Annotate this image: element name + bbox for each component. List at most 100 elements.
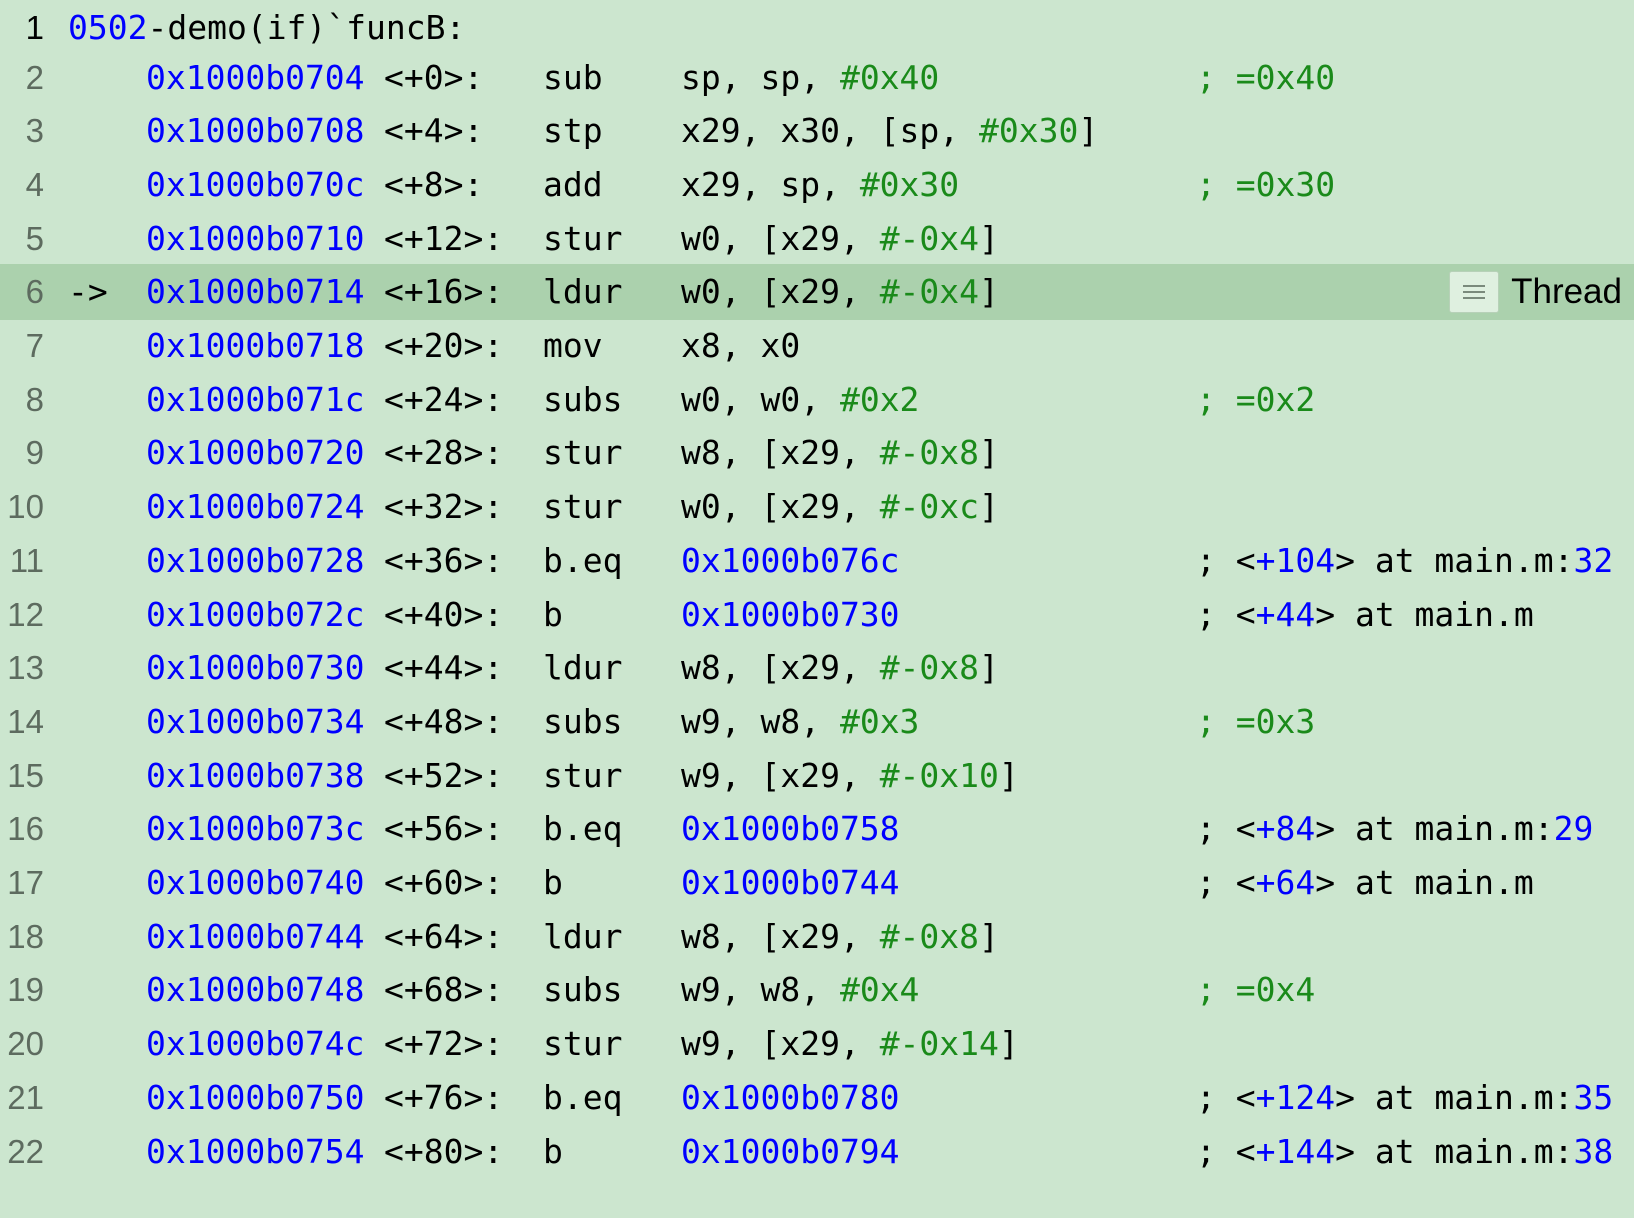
instruction-address[interactable]: 0x1000b0754	[146, 1124, 365, 1180]
instruction-line[interactable]: 9 0x1000b0720 <+28>: stur w8, [x29, #-0x8]	[0, 425, 1634, 481]
operand-token[interactable]: 0x1000b0780	[681, 1078, 900, 1117]
instruction-line[interactable]: 19 0x1000b0748 <+68>: subs w9, w8, #0x4 ; =0x…	[0, 962, 1634, 1018]
comment-token: ; =0x2	[1196, 379, 1316, 419]
thread-menu-button[interactable]	[1449, 271, 1500, 314]
instruction-offset: <+0>:	[384, 57, 484, 97]
instruction-line[interactable]: 4 0x1000b070c <+8>: add x29, sp, #0x30 ; =0x3…	[0, 157, 1634, 213]
instruction-line[interactable]: 16 0x1000b073c <+56>: b.eq 0x1000b0758 ; <+84…	[0, 801, 1634, 857]
instruction-mnemonic: ldur	[543, 916, 623, 956]
instruction-address[interactable]: 0x1000b0720	[146, 425, 365, 481]
instruction-line[interactable]: 12 0x1000b072c <+40>: b 0x1000b0730 ; <+44> a…	[0, 587, 1634, 643]
instruction-offset: <+16>:	[384, 272, 504, 312]
instruction-address[interactable]: 0x1000b073c	[146, 801, 365, 857]
instruction-offset: <+24>:	[384, 379, 504, 419]
operand-token: ]	[979, 487, 999, 527]
instruction-line[interactable]: 3 0x1000b0708 <+4>: stp x29, x30, [sp, #0x30…	[0, 103, 1634, 159]
instruction-address[interactable]: 0x1000b074c	[146, 1016, 365, 1072]
instruction-address[interactable]: 0x1000b0704	[146, 50, 365, 106]
instruction-address[interactable]: 0x1000b0734	[146, 694, 365, 750]
instruction-offset: <+4>:	[384, 111, 484, 151]
instruction-line[interactable]: 13 0x1000b0730 <+44>: ldur w8, [x29, #-0x8]	[0, 640, 1634, 696]
instruction-line[interactable]: 2 0x1000b0704 <+0>: sub sp, sp, #0x40 ; =0x40	[0, 50, 1634, 106]
instruction-address[interactable]: 0x1000b072c	[146, 587, 365, 643]
instruction-offset: <+56>:	[384, 809, 504, 849]
operand-token[interactable]: 0x1000b076c	[681, 541, 900, 580]
operand-token[interactable]: 0x1000b0758	[681, 809, 900, 848]
instruction-mnemonic: mov	[543, 326, 603, 365]
instruction-offset: <+52>:	[384, 755, 504, 795]
instruction-address[interactable]: 0x1000b071c	[146, 372, 365, 428]
comment-token: 32	[1573, 540, 1614, 580]
instruction-address[interactable]: 0x1000b0728	[146, 533, 365, 589]
comment-token: > at main.m:	[1315, 809, 1554, 849]
instruction-line[interactable]: 15 0x1000b0738 <+52>: stur w9, [x29, #-0x10]	[0, 748, 1634, 804]
instruction-operands: w0, [x29, #-0x4]	[681, 264, 999, 320]
instruction-mnemonic: subs	[543, 379, 623, 419]
instruction-line[interactable]: 5 0x1000b0710 <+12>: stur w0, [x29, #-0x4]	[0, 211, 1634, 267]
instruction-address[interactable]: 0x1000b070c	[146, 157, 365, 213]
comment-token: ; <	[1196, 863, 1256, 902]
disassembly-editor[interactable]: 1 0502-demo(if)`funcB: 2 0x1000b0704 <+0>:…	[0, 0, 1634, 1218]
header-rest: -demo(if)`funcB:	[147, 8, 466, 47]
instruction-mnemonic: b.eq	[543, 809, 623, 849]
operand-token: #0x2	[839, 379, 920, 419]
instruction-offset: <+40>:	[384, 594, 504, 634]
instruction-address[interactable]: 0x1000b0710	[146, 211, 365, 267]
instruction-operands: x29, sp, #0x30	[681, 157, 959, 213]
instruction-operands: x29, x30, [sp, #0x30]	[681, 103, 1098, 159]
instruction-line[interactable]: 17 0x1000b0740 <+60>: b 0x1000b0744 ; <+64> a…	[0, 855, 1634, 911]
operand-token[interactable]: 0x1000b0744	[681, 863, 900, 902]
comment-token: > at main.m	[1315, 863, 1534, 902]
comment-token: 38	[1573, 1131, 1614, 1171]
instruction-address[interactable]: 0x1000b0744	[146, 909, 365, 965]
operand-token: w0, [x29,	[681, 272, 880, 312]
instruction-address[interactable]: 0x1000b0750	[146, 1070, 365, 1126]
instruction-operands: sp, sp, #0x40	[681, 50, 939, 106]
line-number: 6	[25, 273, 44, 311]
comment-token: ; <	[1196, 1077, 1256, 1117]
instruction-address[interactable]: 0x1000b0748	[146, 962, 365, 1018]
instruction-address[interactable]: 0x1000b0730	[146, 640, 365, 696]
instruction-operands: w9, [x29, #-0x14]	[681, 1016, 1019, 1072]
instruction-line[interactable]: 21 0x1000b0750 <+76>: b.eq 0x1000b0780 ; <+12…	[0, 1070, 1634, 1126]
instruction-comment: ; <+64> at main.m	[1196, 855, 1534, 911]
operand-token: #-0x8	[879, 433, 980, 473]
instruction-address[interactable]: 0x1000b0718	[146, 318, 365, 374]
line-number: 3	[25, 112, 44, 150]
comment-token: +64	[1255, 863, 1316, 902]
operand-token: #-0xc	[879, 487, 980, 527]
operand-token: #0x30	[979, 111, 1079, 151]
instruction-address[interactable]: 0x1000b0740	[146, 855, 365, 911]
instruction-mnemonic: b	[543, 1131, 563, 1171]
current-instruction-line[interactable]: 6 -> 0x1000b0714 <+16>: ldur w0, [x29, #-0x4]…	[0, 264, 1634, 321]
operand-token: ]	[979, 218, 999, 258]
instruction-mnemonic: stur	[543, 487, 623, 527]
instruction-line[interactable]: 22 0x1000b0754 <+80>: b 0x1000b0794 ; <+144> …	[0, 1124, 1634, 1180]
instruction-operands: w0, [x29, #-0x4]	[681, 211, 999, 267]
instruction-line[interactable]: 14 0x1000b0734 <+48>: subs w9, w8, #0x3 ; =0x…	[0, 694, 1634, 750]
instruction-line[interactable]: 18 0x1000b0744 <+64>: ldur w8, [x29, #-0x8]	[0, 909, 1634, 965]
comment-token: > at main.m:	[1335, 1077, 1574, 1117]
operand-token: ]	[998, 1024, 1019, 1064]
instruction-line[interactable]: 8 0x1000b071c <+24>: subs w0, w0, #0x2 ; =0x2	[0, 372, 1634, 428]
instruction-address[interactable]: 0x1000b0738	[146, 748, 365, 804]
instruction-line[interactable]: 20 0x1000b074c <+72>: stur w9, [x29, #-0x14]	[0, 1016, 1634, 1072]
function-header: 0502-demo(if)`funcB:	[68, 0, 465, 56]
header-prefix: 0502	[68, 8, 148, 47]
instruction-line[interactable]: 10 0x1000b0724 <+32>: stur w0, [x29, #-0xc]	[0, 479, 1634, 535]
instruction-address[interactable]: 0x1000b0714	[146, 264, 365, 320]
comment-token: ; =0x3	[1196, 701, 1316, 741]
operand-token[interactable]: 0x1000b0730	[681, 595, 900, 634]
operand-token: w0, [x29,	[681, 487, 880, 527]
operand-token: #0x3	[839, 701, 920, 741]
instruction-address[interactable]: 0x1000b0724	[146, 479, 365, 535]
instruction-address[interactable]: 0x1000b0708	[146, 103, 365, 159]
instruction-line[interactable]: 11 0x1000b0728 <+36>: b.eq 0x1000b076c ; <+10…	[0, 533, 1634, 589]
instruction-mnemonic: subs	[543, 701, 623, 741]
operand-token[interactable]: 0x1000b0794	[681, 1132, 900, 1171]
line-number: 15	[7, 756, 44, 794]
operand-token: #0x4	[839, 970, 920, 1010]
operand-token: #-0x14	[879, 1024, 999, 1064]
thread-indicator[interactable]: Thread	[1449, 269, 1634, 315]
instruction-line[interactable]: 7 0x1000b0718 <+20>: mov x8, x0	[0, 318, 1634, 374]
